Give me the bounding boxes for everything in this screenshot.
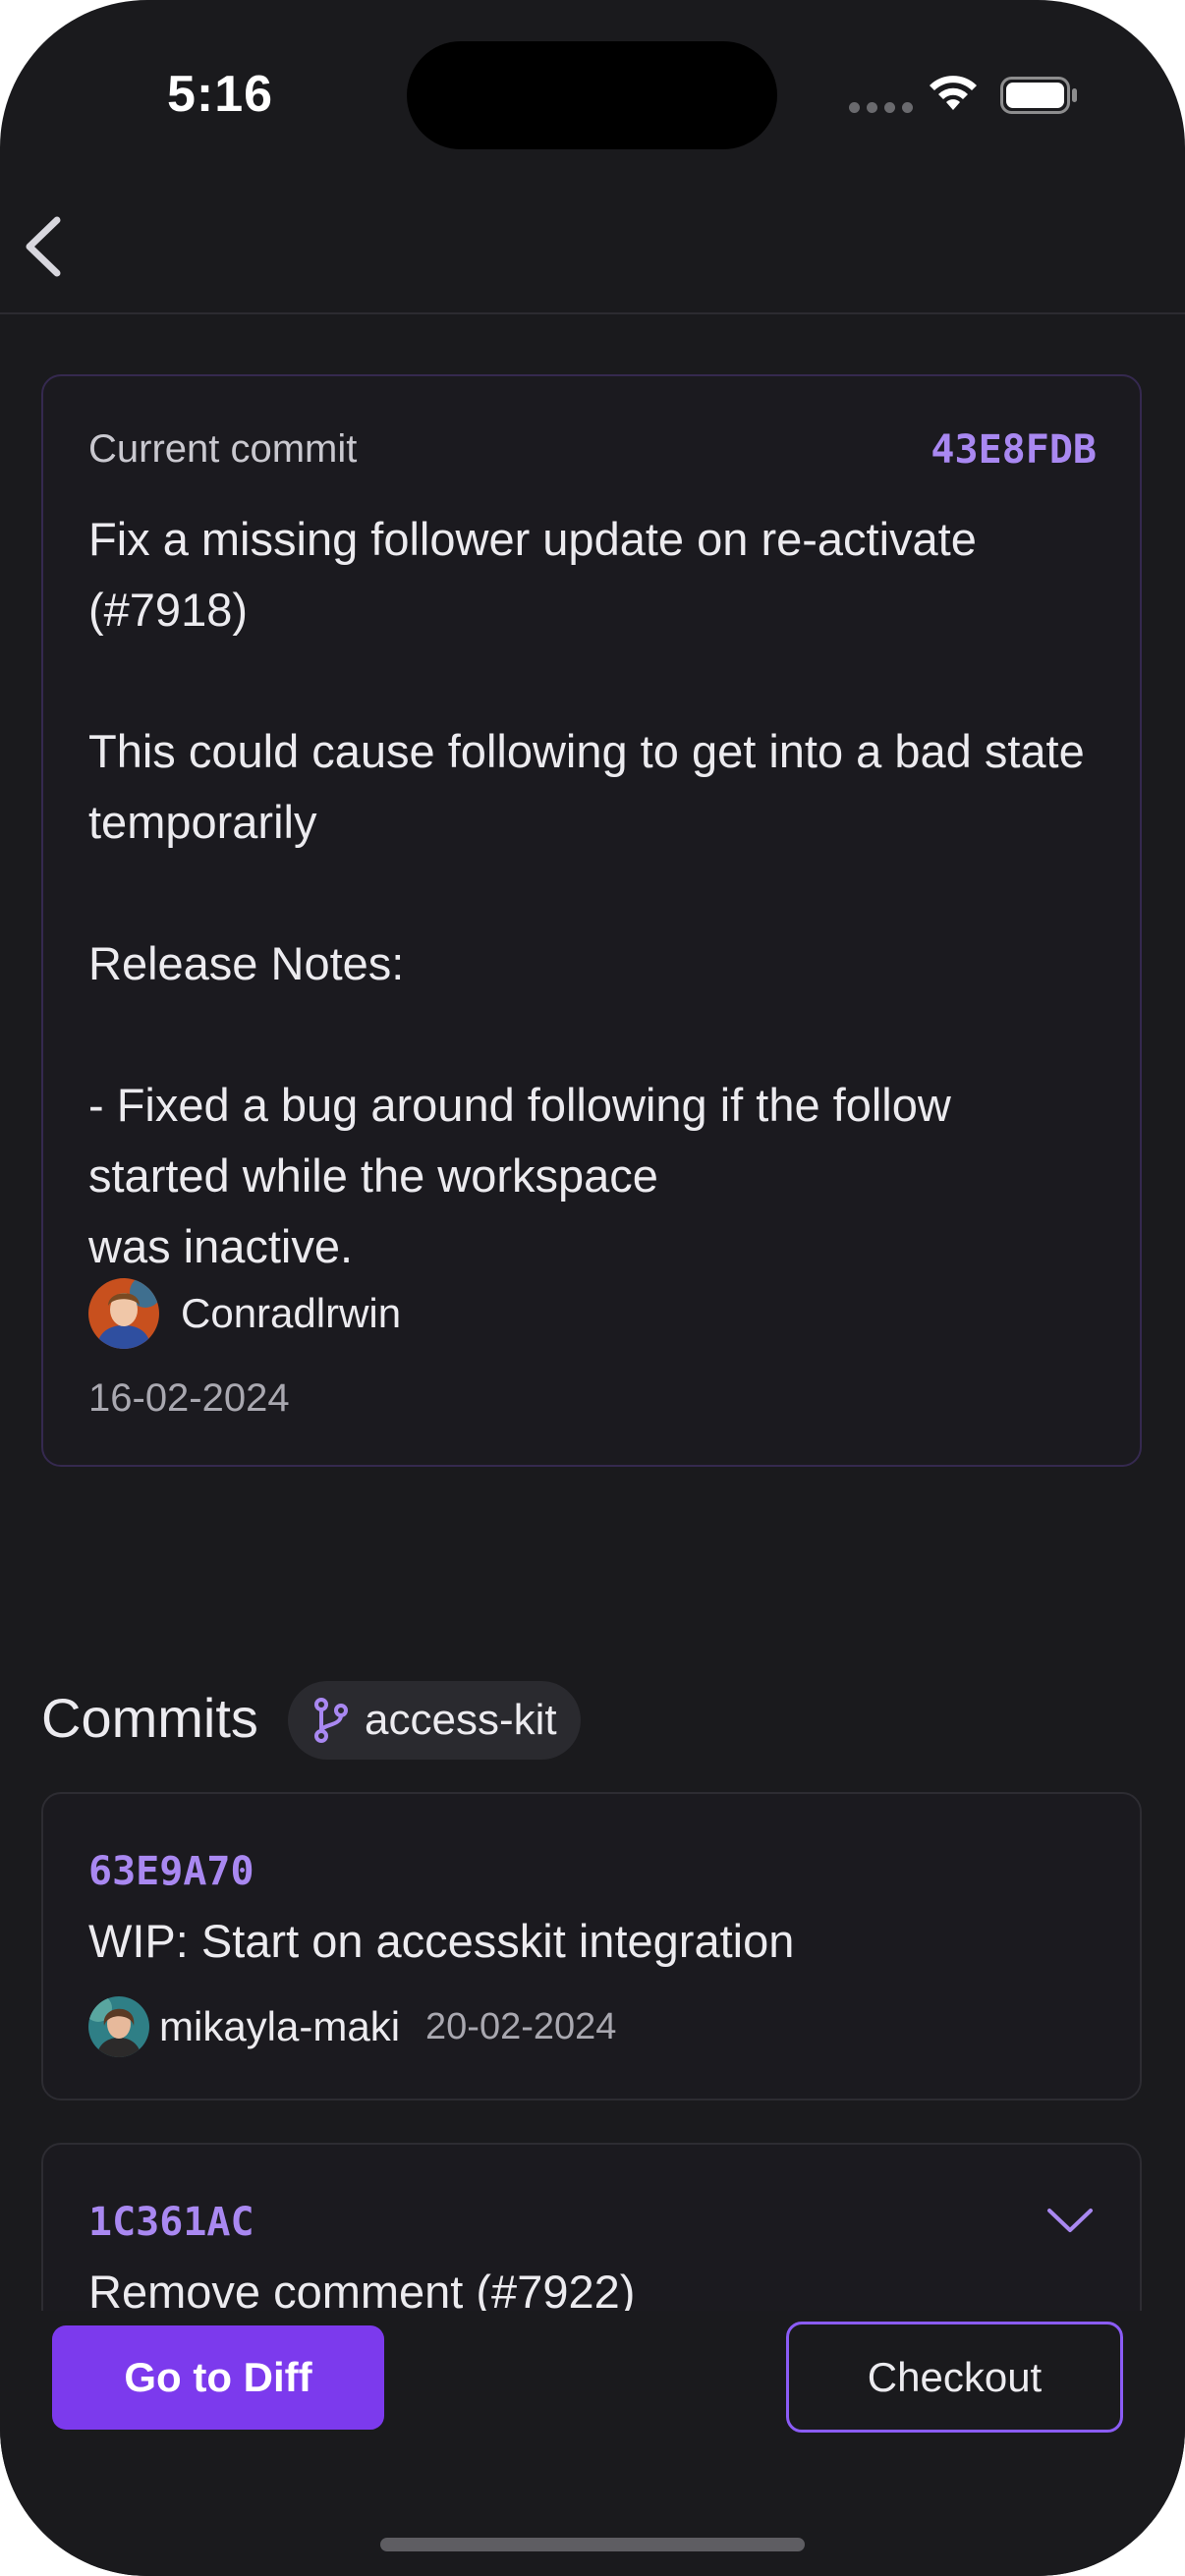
app-screen: 5:16 Current commit 43E8FDB Fix a missin… [0, 0, 1185, 2576]
current-commit-card: Current commit 43E8FDB Fix a missing fol… [41, 374, 1142, 1467]
commit-date: 20-02-2024 [425, 2005, 617, 2047]
commit-author: mikayla-maki [159, 2003, 401, 2049]
commit-list-item[interactable]: 63E9A70 WIP: Start on accesskit integrat… [41, 1792, 1142, 2100]
go-to-diff-button[interactable]: Go to Diff [52, 2325, 384, 2430]
commit-hash: 63E9A70 [88, 1849, 254, 1894]
commits-section-title: Commits [41, 1687, 258, 1749]
commit-meta: mikayla-maki 20-02-2024 [88, 1996, 616, 2057]
status-time: 5:16 [167, 66, 274, 123]
back-chevron-icon[interactable] [18, 210, 73, 283]
commit-title: WIP: Start on accesskit integration [88, 1915, 795, 1967]
battery-icon [1000, 77, 1077, 114]
git-branch-icon [314, 1698, 348, 1743]
dynamic-island [407, 41, 777, 149]
current-commit-label: Current commit [88, 427, 358, 471]
author-avatar [88, 1996, 149, 2057]
wifi-icon [930, 76, 977, 110]
home-indicator [380, 2538, 805, 2551]
branch-chip[interactable]: access-kit [288, 1681, 581, 1760]
current-commit-date: 16-02-2024 [88, 1376, 290, 1420]
author-name: Conradlrwin [181, 1290, 402, 1336]
cellular-signal-icon [849, 102, 913, 113]
author-avatar [88, 1278, 159, 1349]
current-commit-author: Conradlrwin [88, 1278, 401, 1349]
current-commit-message: Fix a missing follower update on re-acti… [88, 513, 1085, 1272]
branch-name: access-kit [365, 1696, 557, 1744]
nav-divider [0, 312, 1185, 314]
commit-hash: 1C361AC [88, 2200, 254, 2245]
current-commit-hash: 43E8FDB [931, 427, 1097, 473]
chevron-down-icon[interactable] [1045, 2206, 1095, 2235]
checkout-button[interactable]: Checkout [786, 2322, 1123, 2433]
